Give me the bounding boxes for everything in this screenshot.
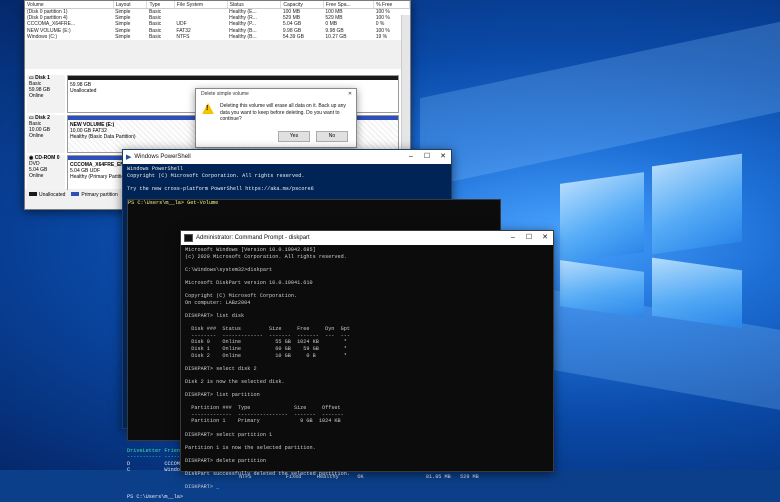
- column-header[interactable]: Type: [146, 1, 175, 9]
- window-title: Administrator: Command Prompt - diskpart: [196, 235, 310, 241]
- table-cell: Healthy (E...: [229, 9, 257, 16]
- table-cell: Windows (C:): [27, 33, 58, 40]
- console-line: Try the new cross-platform PowerShell ht…: [127, 185, 314, 192]
- table-cell: Simple: [115, 33, 131, 40]
- disk-state: Online: [29, 173, 44, 179]
- disk-label: ◉ CD-ROM 0 DVD 5.04 GB Online: [27, 155, 65, 193]
- column-header[interactable]: Free Spa...: [323, 1, 375, 9]
- console-line: Microsoft DiskPart version 10.0.19041.61…: [185, 279, 313, 286]
- powershell-icon: ▶: [126, 154, 132, 161]
- console-line: On computer: LABz2004: [185, 299, 251, 306]
- console-line: Partition 1 is now the selected partitio…: [185, 444, 316, 451]
- console-line: DISKPART> select disk 2: [185, 365, 257, 372]
- powershell-titlebar[interactable]: ▶ Windows PowerShell – ☐ ✕: [123, 150, 451, 164]
- windows-logo-pane: [652, 153, 742, 255]
- console-line: DISKPART> delete partition: [185, 458, 266, 464]
- console-line: DISKPART> select partition 1: [185, 431, 273, 438]
- table-row[interactable]: Windows (C:) Simple Basic NTFS Healthy (B...…: [25, 34, 410, 40]
- column-header[interactable]: File System: [174, 1, 228, 9]
- yes-button[interactable]: Yes: [278, 131, 310, 142]
- console-line: DiskPart successfully deleted the select…: [185, 471, 350, 478]
- dialog-message: Deleting this volume will erase all data…: [220, 103, 346, 122]
- console-line: DISKPART> list partition: [185, 392, 260, 399]
- windows-logo-pane: [560, 172, 644, 264]
- no-button[interactable]: No: [316, 131, 348, 142]
- column-header[interactable]: Status: [227, 1, 282, 9]
- table-cell: Basic: [148, 33, 162, 40]
- close-icon[interactable]: ✕: [435, 150, 451, 164]
- table-cell: 10.27 GB: [325, 33, 347, 40]
- cmd-icon: [184, 234, 193, 242]
- console-line: -------- ------------- ------- ------- -…: [185, 332, 350, 339]
- console-line: ------------- ---------------- ------- -…: [185, 411, 344, 418]
- column-header[interactable]: Volume: [25, 1, 114, 9]
- table-cell: NTFS: [176, 33, 190, 40]
- console-line: Copyright (C) Microsoft Corporation. All…: [127, 172, 305, 179]
- close-icon[interactable]: ✕: [344, 89, 356, 99]
- console-line: (c) 2020 Microsoft Corporation. All righ…: [185, 253, 347, 260]
- console-line: Microsoft Windows [Version 10.0.19042.68…: [185, 247, 316, 253]
- console-line: Disk 1 Online 60 GB 59 GB *: [185, 345, 347, 352]
- console-line: Disk ### Status Size Free Dyn Gpt: [185, 326, 350, 333]
- console-line: DISKPART> _: [185, 484, 220, 491]
- console-line: C:\Windows\system32>diskpart: [185, 266, 273, 273]
- column-header[interactable]: Layout: [113, 1, 148, 9]
- maximize-icon[interactable]: ☐: [419, 150, 435, 164]
- console-line: Partition ### Type Size Offset: [185, 405, 341, 412]
- legend-unallocated: Unallocated: [29, 192, 65, 198]
- minimize-icon[interactable]: –: [403, 150, 419, 164]
- console-line: Windows PowerShell: [127, 166, 184, 172]
- warning-icon: !: [202, 103, 214, 114]
- disk-label: ▭ Disk 2 Basic 10.00 GB Online: [27, 115, 65, 153]
- console-line: Partition 1 Primary 9 GB 1024 KB: [185, 418, 341, 425]
- maximize-icon[interactable]: ☐: [521, 231, 537, 245]
- console-line: PS C:\Users\m__la>: [127, 493, 184, 500]
- table-cell: 54.39 GB: [282, 33, 305, 40]
- command-prompt-window[interactable]: Administrator: Command Prompt - diskpart…: [180, 230, 554, 490]
- table-cell: 100 MB: [325, 9, 343, 16]
- minimize-icon[interactable]: –: [505, 231, 521, 245]
- console-line: Disk 2 Online 10 GB 0 B *: [185, 352, 347, 359]
- disk-state: Online: [29, 93, 44, 99]
- table-cell: 100 MB: [282, 9, 301, 16]
- table-cell: Simple: [115, 9, 131, 16]
- table-row[interactable]: (Disk 0 partition 1) Simple Basic Healthy (…: [25, 9, 410, 16]
- table-cell: (Disk 0 partition 1): [27, 9, 68, 16]
- disk-state: Online: [29, 133, 44, 139]
- cmd-titlebar[interactable]: Administrator: Command Prompt - diskpart…: [181, 231, 553, 245]
- console-line: Copyright (C) Microsoft Corporation.: [185, 293, 298, 300]
- column-header[interactable]: Capacity: [280, 1, 324, 9]
- cmd-console[interactable]: Microsoft Windows [Version 10.0.19042.68…: [181, 245, 553, 493]
- legend-primary: Primary partition: [71, 192, 118, 198]
- console-line: Disk 2 is now the selected disk.: [185, 378, 285, 385]
- disk-label: ▭ Disk 1 Basic 59.98 GB Online: [27, 75, 65, 113]
- table-cell: Basic: [148, 9, 162, 16]
- delete-volume-dialog[interactable]: Delete simple volume ✕ ! Deleting this v…: [195, 88, 357, 148]
- console-line: DISKPART> list disk: [185, 312, 245, 319]
- table-cell: [174, 9, 227, 16]
- volume-table: Volume Layout Type File System Status Capacit…: [25, 1, 410, 40]
- console-line: Disk 0 Online 55 GB 1024 KB *: [185, 339, 347, 346]
- dialog-title: Delete simple volume: [201, 91, 249, 97]
- close-icon[interactable]: ✕: [537, 231, 553, 245]
- table-cell: Healthy (B...: [229, 33, 257, 40]
- column-header[interactable]: % Free: [373, 1, 410, 9]
- window-title: Windows PowerShell: [134, 154, 191, 160]
